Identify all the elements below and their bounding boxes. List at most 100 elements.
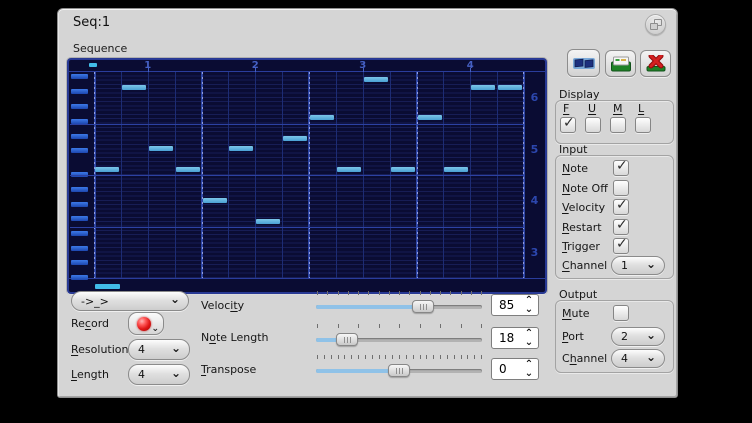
rename-icon — [611, 56, 631, 72]
transpose-spinbox[interactable]: 0 ⌃⌄ — [491, 358, 539, 380]
spin-arrows-icon[interactable]: ⌃⌄ — [523, 294, 535, 316]
record-icon — [137, 317, 151, 331]
key-mark — [71, 134, 88, 139]
note-bar[interactable] — [364, 77, 388, 82]
velocity-spinbox[interactable]: 85 ⌃⌄ — [491, 294, 539, 316]
slider-tick — [344, 355, 345, 359]
output-mute-label: Mute — [562, 307, 590, 320]
key-mark — [71, 260, 88, 265]
note-length-label: Note Length — [201, 331, 269, 344]
slider-tick — [317, 324, 318, 328]
delete-button[interactable] — [640, 50, 671, 77]
seq-module-window: Seq:1 Sequence 12346543 — [57, 8, 678, 398]
note-bar[interactable] — [256, 219, 280, 224]
display-option-checkbox-f[interactable] — [560, 117, 576, 133]
slider-tick — [338, 291, 339, 295]
slider-tick — [385, 355, 386, 359]
input-channel-select[interactable]: 1 ⌄ — [611, 256, 665, 275]
note-bar[interactable] — [122, 85, 146, 90]
spin-arrows-icon[interactable]: ⌃⌄ — [523, 327, 535, 349]
note-bar[interactable] — [149, 146, 173, 151]
velocity-slider[interactable] — [316, 299, 482, 313]
slider-handle[interactable] — [336, 333, 358, 346]
note-bar[interactable] — [310, 115, 334, 120]
slider-tick — [338, 324, 339, 328]
output-channel-select[interactable]: 4 ⌄ — [611, 349, 665, 368]
note-length-value: 18 — [499, 331, 514, 345]
key-mark — [71, 275, 88, 280]
slider-tick — [351, 355, 352, 359]
key-mark — [71, 231, 88, 236]
record-label: Record — [71, 317, 109, 330]
length-select[interactable]: 4 ⌄ — [128, 364, 190, 385]
resolution-label: Resolution — [71, 343, 128, 356]
loop-mode-select[interactable]: ->_> ⌄ — [71, 291, 189, 311]
velocity-label: Velocity — [201, 299, 244, 312]
display-option-checkbox-u[interactable] — [585, 117, 601, 133]
input-group: NoteNote OffVelocityRestartTrigger Chann… — [555, 155, 674, 279]
chevron-down-icon: ⌄ — [170, 292, 180, 306]
note-bar[interactable] — [229, 146, 253, 151]
note-bar[interactable] — [203, 198, 227, 203]
duplicate-icon — [572, 56, 596, 71]
slider-tick — [399, 291, 400, 295]
rename-button[interactable] — [605, 50, 636, 77]
desktop-background: Seq:1 Sequence 12346543 — [0, 0, 752, 423]
key-mark — [71, 246, 88, 251]
transpose-slider[interactable] — [316, 363, 482, 377]
slider-tick — [474, 355, 475, 359]
slider-tick — [450, 291, 451, 295]
slider-handle[interactable] — [412, 300, 434, 313]
sequence-section-label: Sequence — [73, 42, 127, 55]
slider-tick — [467, 355, 468, 359]
slider-tick — [406, 355, 407, 359]
note-bar[interactable] — [498, 85, 522, 90]
slider-tick — [481, 355, 482, 359]
window-title: Seq:1 — [73, 15, 110, 30]
note-bar[interactable] — [444, 167, 468, 172]
octave-label: 3 — [524, 246, 545, 259]
slider-tick — [379, 324, 380, 328]
sequence-grid[interactable]: 12346543 — [67, 58, 547, 294]
length-value: 4 — [138, 368, 145, 381]
output-port-label: Port — [562, 330, 584, 343]
note-bar[interactable] — [95, 167, 119, 172]
chevron-down-icon: ⌄ — [151, 324, 159, 334]
slider-tick — [372, 355, 373, 359]
output-port-select[interactable]: 2 ⌄ — [611, 327, 665, 346]
slider-tick — [430, 291, 431, 295]
input-option-checkbox-note-off[interactable] — [613, 180, 629, 196]
slider-fill — [316, 305, 423, 309]
note-length-spinbox[interactable]: 18 ⌃⌄ — [491, 327, 539, 349]
input-option-label-note-off: Note Off — [562, 182, 608, 195]
input-option-checkbox-note[interactable] — [613, 160, 629, 176]
record-button[interactable]: ⌄ — [128, 312, 164, 335]
chevron-down-icon: ⌄ — [171, 366, 181, 380]
note-bar[interactable] — [391, 167, 415, 172]
input-option-checkbox-velocity[interactable] — [613, 199, 629, 215]
restore-button[interactable] — [645, 14, 666, 35]
note-bar[interactable] — [337, 167, 361, 172]
input-option-checkbox-trigger[interactable] — [613, 238, 629, 254]
display-option-checkbox-l[interactable] — [635, 117, 651, 133]
duplicate-button[interactable] — [567, 49, 600, 77]
display-option-checkbox-m[interactable] — [610, 117, 626, 133]
slider-handle[interactable] — [388, 364, 410, 377]
spin-arrows-icon[interactable]: ⌃⌄ — [523, 358, 535, 380]
note-bar[interactable] — [176, 167, 200, 172]
note-bar[interactable] — [283, 136, 307, 141]
resolution-value: 4 — [138, 343, 145, 356]
note-bar[interactable] — [471, 85, 495, 90]
slider-tick — [440, 324, 441, 328]
octave-label: 4 — [524, 194, 545, 207]
slider-tick — [461, 324, 462, 328]
output-mute-checkbox[interactable] — [613, 305, 629, 321]
slider-tick — [327, 291, 328, 295]
slider-tick — [317, 291, 318, 295]
note-bar[interactable] — [418, 115, 442, 120]
input-option-checkbox-restart[interactable] — [613, 219, 629, 235]
slider-tick — [447, 355, 448, 359]
note-length-slider[interactable] — [316, 332, 482, 346]
slider-groove[interactable] — [316, 305, 482, 309]
resolution-select[interactable]: 4 ⌄ — [128, 339, 190, 360]
